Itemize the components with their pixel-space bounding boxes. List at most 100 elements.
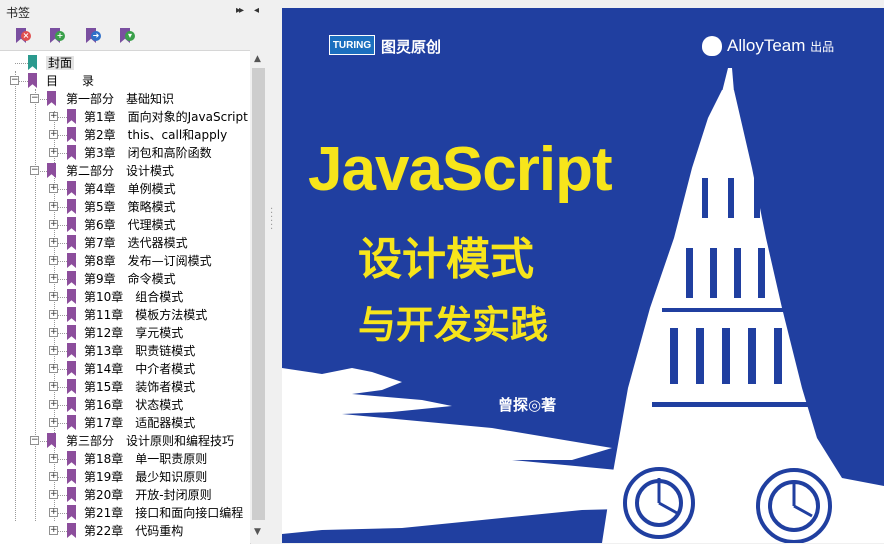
bookmark-icon <box>67 199 76 214</box>
bookmark-label: 第22章 代码重构 <box>84 524 184 538</box>
bookmark-icon <box>67 145 76 160</box>
bookmark-item[interactable]: + 第11章 模板方法模式 <box>0 306 250 324</box>
expand-node-icon[interactable]: + <box>49 508 58 517</box>
bookmark-label: 第16章 状态模式 <box>84 398 184 412</box>
bookmark-item[interactable]: + 第13章 职责链模式 <box>0 342 250 360</box>
bookmark-item[interactable]: + 第1章 面向对象的JavaScript <box>0 108 250 126</box>
bookmark-item[interactable]: + 第8章 发布—订阅模式 <box>0 252 250 270</box>
bookmark-label: 第5章 策略模式 <box>84 200 176 214</box>
expand-node-icon[interactable]: + <box>49 130 58 139</box>
bookmark-item[interactable]: + 第17章 适配器模式 <box>0 414 250 432</box>
bookmark-item[interactable]: + 第6章 代理模式 <box>0 216 250 234</box>
expand-node-icon[interactable]: + <box>49 148 58 157</box>
bookmark-item[interactable]: 封面 <box>0 54 250 72</box>
bookmark-icon <box>28 73 37 88</box>
bookmark-item[interactable]: − 第二部分 设计模式 <box>0 162 250 180</box>
bookmark-label: 第9章 命令模式 <box>84 272 176 286</box>
collapse-node-icon[interactable]: − <box>10 76 19 85</box>
bookmark-label: 第1章 面向对象的JavaScript <box>84 110 248 124</box>
expand-node-icon[interactable]: + <box>49 310 58 319</box>
delete-bookmark-icon: × <box>21 31 31 41</box>
bookmark-item[interactable]: + 第5章 策略模式 <box>0 198 250 216</box>
bookmark-item[interactable]: + 第9章 命令模式 <box>0 270 250 288</box>
add-bookmark-button[interactable]: + <box>48 28 65 46</box>
bookmark-item[interactable]: + 第19章 最少知识原则 <box>0 468 250 486</box>
bookmark-item[interactable]: − 目 录 <box>0 72 250 90</box>
expand-node-icon[interactable]: + <box>49 472 58 481</box>
expand-node-icon[interactable]: + <box>49 292 58 301</box>
scroll-up-arrow-icon[interactable]: ▲ <box>254 54 261 64</box>
delete-bookmark-button[interactable]: × <box>14 28 31 46</box>
expand-node-icon[interactable]: + <box>49 184 58 193</box>
vertical-scrollbar[interactable]: ▲ ▼ <box>250 50 267 543</box>
bookmark-label: 第19章 最少知识原则 <box>84 470 208 484</box>
tree-connector <box>15 63 28 64</box>
bookmark-item[interactable]: + 第21章 接口和面向接口编程 <box>0 504 250 522</box>
scroll-down-arrow-icon[interactable]: ▼ <box>254 527 261 537</box>
bookmark-icon <box>67 361 76 376</box>
bookmark-label: 第8章 发布—订阅模式 <box>84 254 212 268</box>
expand-node-icon[interactable]: + <box>49 418 58 427</box>
expand-bookmark-button[interactable]: ▾ <box>118 28 135 46</box>
bookmark-icon <box>67 235 76 250</box>
bookmark-label: 封面 <box>46 56 75 70</box>
expand-node-icon[interactable]: + <box>49 346 58 355</box>
bookmark-icon <box>67 523 76 538</box>
bookmark-item[interactable]: + 第2章 this、call和apply <box>0 126 250 144</box>
expand-node-icon[interactable]: + <box>49 112 58 121</box>
bookmark-label: 第13章 职责链模式 <box>84 344 196 358</box>
bookmark-item[interactable]: + 第10章 组合模式 <box>0 288 250 306</box>
expand-node-icon[interactable]: + <box>49 220 58 229</box>
bookmark-label: 第10章 组合模式 <box>84 290 184 304</box>
bookmark-item[interactable]: − 第一部分 基础知识 <box>0 90 250 108</box>
bookmark-item[interactable]: + 第3章 闭包和高阶函数 <box>0 144 250 162</box>
bookmark-label: 第一部分 基础知识 <box>66 92 175 106</box>
bookmark-icon <box>67 217 76 232</box>
bookmark-item[interactable]: + 第15章 装饰者模式 <box>0 378 250 396</box>
bookmark-label: 第7章 迭代器模式 <box>84 236 188 250</box>
bookmark-icon <box>67 343 76 358</box>
splitter-grip-icon[interactable]: · · · · · · <box>270 205 276 235</box>
bookmark-item[interactable]: + 第7章 迭代器模式 <box>0 234 250 252</box>
expand-node-icon[interactable]: + <box>49 328 58 337</box>
expand-node-icon[interactable]: + <box>49 382 58 391</box>
pane-splitter[interactable]: · · · · · · <box>267 0 281 543</box>
bookmark-label: 第12章 享元模式 <box>84 326 184 340</box>
bookmark-icon <box>67 253 76 268</box>
expand-node-icon[interactable]: + <box>49 400 58 409</box>
bookmark-label: 第3章 闭包和高阶函数 <box>84 146 212 160</box>
expand-node-icon[interactable]: + <box>49 364 58 373</box>
bookmark-item[interactable]: + 第16章 状态模式 <box>0 396 250 414</box>
producer-name: AlloyTeam <box>727 36 806 55</box>
scroll-thumb[interactable] <box>252 68 265 520</box>
bookmark-label: 目 录 <box>46 74 95 88</box>
expand-node-icon[interactable]: + <box>49 202 58 211</box>
bookmark-icon <box>67 181 76 196</box>
bookmark-item[interactable]: + 第14章 中介者模式 <box>0 360 250 378</box>
collapse-node-icon[interactable]: − <box>30 166 39 175</box>
bookmark-icon <box>67 271 76 286</box>
expand-node-icon[interactable]: + <box>49 274 58 283</box>
go-to-bookmark-button[interactable]: ➜ <box>84 28 101 46</box>
bookmark-item[interactable]: + 第12章 享元模式 <box>0 324 250 342</box>
bookmark-item[interactable]: + 第20章 开放-封闭原则 <box>0 486 250 504</box>
book-cover-page: TURING 图灵原创 AlloyTeam 出品 JavaScript 设计模式… <box>282 8 884 543</box>
expand-node-icon[interactable]: + <box>49 256 58 265</box>
bookmark-item[interactable]: − 第三部分 设计原则和编程技巧 <box>0 432 250 450</box>
collapse-node-icon[interactable]: − <box>30 94 39 103</box>
bookmarks-pane: 书签 ▸▸ ◂ × + ➜ ▾ 封面 − 目 录 − 第一部分 基础知识 + 第1章 面向对象的J… <box>0 0 270 544</box>
bookmark-icon <box>67 505 76 520</box>
expand-node-icon[interactable]: + <box>49 238 58 247</box>
bookmark-item[interactable]: + 第22章 代码重构 <box>0 522 250 540</box>
collapse-node-icon[interactable]: − <box>30 436 39 445</box>
producer-brand: AlloyTeam 出品 <box>727 36 834 56</box>
expand-node-icon[interactable]: + <box>49 526 58 535</box>
bookmark-label: 第二部分 设计模式 <box>66 164 175 178</box>
bookmark-item[interactable]: + 第4章 单例模式 <box>0 180 250 198</box>
expand-node-icon[interactable]: + <box>49 454 58 463</box>
publisher-name: 图灵原创 <box>381 38 442 56</box>
expand-panel-icon[interactable]: ▸▸ <box>236 5 244 16</box>
bookmark-item[interactable]: + 第18章 单一职责原则 <box>0 450 250 468</box>
collapse-panel-icon[interactable]: ◂ <box>254 5 259 16</box>
expand-node-icon[interactable]: + <box>49 490 58 499</box>
